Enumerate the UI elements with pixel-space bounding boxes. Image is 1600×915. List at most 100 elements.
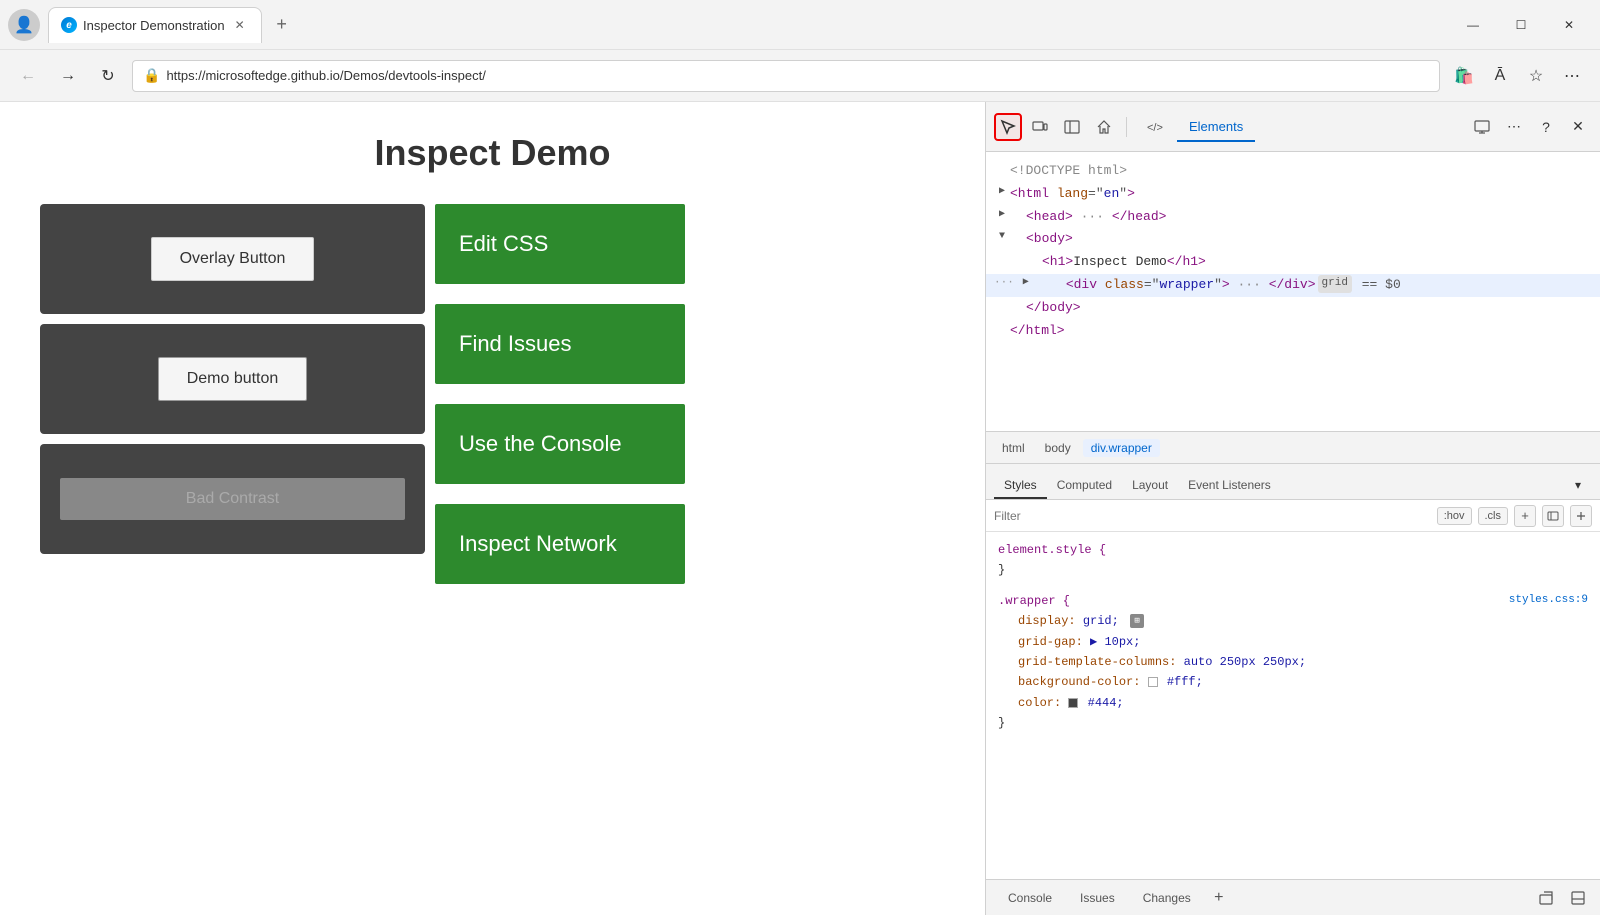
browser-font-icon[interactable]: Ā	[1484, 60, 1516, 92]
element-style-close: }	[998, 563, 1005, 577]
devtools-help-button[interactable]: ?	[1532, 113, 1560, 141]
doctype-text: <!DOCTYPE html>	[1010, 161, 1127, 182]
toggle-element-state-button[interactable]	[1542, 505, 1564, 527]
html-close-line: </html>	[986, 320, 1600, 343]
close-button[interactable]: ✕	[1546, 9, 1592, 41]
tab-bar: Inspector Demonstration ✕ +	[48, 7, 1450, 43]
html-expand[interactable]: ▶	[994, 184, 1010, 200]
body-expand[interactable]: ▼	[994, 229, 1010, 245]
refresh-button[interactable]: ↻	[92, 60, 124, 92]
back-button[interactable]: ←	[12, 60, 44, 92]
devtools-tabs: </> Elements	[1135, 112, 1464, 142]
overlay-card: Overlay Button	[40, 204, 425, 314]
head-dots: ···	[1073, 207, 1112, 228]
devtools-screencast-icon[interactable]	[1468, 113, 1496, 141]
html-tag: <html	[1010, 184, 1049, 205]
devtools-more-button[interactable]: ⋯	[1500, 113, 1528, 141]
head-expand[interactable]: ▶	[994, 207, 1010, 223]
svg-text:</>: </>	[1147, 122, 1163, 134]
styles-css-link[interactable]: styles.css:9	[1509, 591, 1588, 610]
html-h1-line: <h1>Inspect Demo</h1>	[986, 251, 1600, 274]
tab-favicon	[61, 17, 77, 33]
inspect-network-button[interactable]: Inspect Network	[435, 504, 685, 584]
address-bar: ← → ↻ 🔒 https://microsoftedge.github.io/…	[0, 50, 1600, 102]
html-lang-attr: lang	[1049, 184, 1088, 205]
maximize-button[interactable]: ☐	[1498, 9, 1544, 41]
html-open-line[interactable]: ▶ <html lang="en" >	[986, 183, 1600, 206]
tab-layout[interactable]: Layout	[1122, 473, 1178, 499]
tab-styles[interactable]: Styles	[994, 473, 1047, 499]
filter-input[interactable]	[994, 509, 1431, 523]
device-emulation-button[interactable]	[1026, 113, 1054, 141]
undock-button[interactable]	[1532, 884, 1560, 912]
html-panel: <!DOCTYPE html> ▶ <html lang="en" > ▶ <h…	[986, 152, 1600, 432]
body-tag: <body>	[1026, 229, 1073, 250]
devtools-close-button[interactable]: ✕	[1564, 113, 1592, 141]
browser-menu-icon[interactable]: ⋯	[1556, 60, 1588, 92]
sidebar-toggle-button[interactable]	[1058, 113, 1086, 141]
devtools-panel: </> Elements ⋯ ? ✕	[985, 102, 1600, 915]
toolbar-separator	[1126, 117, 1127, 137]
bg-color-swatch[interactable]	[1148, 677, 1158, 687]
toolbar-icons: 🛍️ Ā ☆ ⋯	[1448, 60, 1588, 92]
forward-button[interactable]: →	[52, 60, 84, 92]
lock-icon: 🔒	[143, 67, 160, 84]
devtools-breadcrumb: html body div.wrapper	[986, 432, 1600, 464]
breadcrumb-html[interactable]: html	[994, 439, 1033, 457]
wrapper-expand[interactable]: ▶	[1018, 275, 1034, 291]
html-head-line[interactable]: ▶ <head> ··· </head>	[986, 206, 1600, 229]
display-prop: display: grid; ⊞	[998, 611, 1588, 631]
tab-event-listeners[interactable]: Event Listeners	[1178, 473, 1281, 499]
breadcrumb-body[interactable]: body	[1037, 439, 1079, 457]
new-style-rule-button[interactable]	[1570, 505, 1592, 527]
html-body-line[interactable]: ▼ <body>	[986, 228, 1600, 251]
page-heading: Inspect Demo	[40, 132, 945, 174]
html-body-close-line: </body>	[986, 297, 1600, 320]
doctype-expand	[994, 161, 1010, 177]
demo-button[interactable]: Demo button	[158, 357, 308, 401]
tab-elements[interactable]: Elements	[1177, 113, 1255, 142]
active-tab[interactable]: Inspector Demonstration ✕	[48, 7, 262, 43]
content-area: Inspect Demo Overlay Button Demo button …	[0, 102, 1600, 915]
html-div-wrapper-line[interactable]: ··· ▶ <div class="wrapper" > ··· </div> …	[986, 274, 1600, 297]
add-bottom-tab-button[interactable]: +	[1205, 884, 1233, 912]
breadcrumb-div-wrapper[interactable]: div.wrapper	[1083, 439, 1160, 457]
find-issues-button[interactable]: Find Issues	[435, 304, 685, 384]
element-style-selector: element.style {	[998, 543, 1106, 557]
new-tab-button[interactable]: +	[266, 9, 298, 41]
tab-console-top[interactable]: </>	[1135, 112, 1177, 142]
tab-close-button[interactable]: ✕	[231, 16, 249, 34]
inspect-element-button[interactable]	[994, 113, 1022, 141]
grid-visual-icon[interactable]: ⊞	[1130, 614, 1144, 628]
browser-window: 👤 Inspector Demonstration ✕ + — ☐ ✕ ← → …	[0, 0, 1600, 915]
changes-bottom-tab[interactable]: Changes	[1129, 885, 1205, 911]
browser-wallet-icon[interactable]: 🛍️	[1448, 60, 1480, 92]
add-style-rule-button[interactable]: +	[1514, 505, 1536, 527]
head-tag: <head>	[1026, 207, 1073, 228]
line-dots[interactable]: ···	[994, 275, 1014, 293]
edit-css-button[interactable]: Edit CSS	[435, 204, 685, 284]
profile-icon[interactable]: 👤	[8, 9, 40, 41]
styles-filter-bar: :hov .cls +	[986, 500, 1600, 532]
hov-filter-button[interactable]: :hov	[1437, 507, 1472, 525]
home-button[interactable]	[1090, 113, 1118, 141]
styles-tabs: Styles Computed Layout Event Listeners ▾	[986, 464, 1600, 500]
issues-bottom-tab[interactable]: Issues	[1066, 885, 1129, 911]
color-swatch[interactable]	[1068, 698, 1078, 708]
wrapper-rule-close: }	[998, 716, 1005, 730]
tab-computed[interactable]: Computed	[1047, 473, 1122, 499]
url-bar[interactable]: 🔒 https://microsoftedge.github.io/Demos/…	[132, 60, 1440, 92]
browser-favorite-icon[interactable]: ☆	[1520, 60, 1552, 92]
dock-button[interactable]	[1564, 884, 1592, 912]
bad-contrast-button[interactable]: Bad Contrast	[60, 478, 405, 520]
grid-template-columns-prop: grid-template-columns: auto 250px 250px;	[998, 652, 1588, 672]
use-console-button[interactable]: Use the Console	[435, 404, 685, 484]
tab-title: Inspector Demonstration	[83, 18, 225, 33]
minimize-button[interactable]: —	[1450, 9, 1496, 41]
console-bottom-tab[interactable]: Console	[994, 885, 1066, 911]
demo-grid: Overlay Button Demo button Bad Contrast …	[40, 204, 945, 584]
styles-chevron-down[interactable]: ▾	[1564, 471, 1592, 499]
cls-filter-button[interactable]: .cls	[1478, 507, 1509, 525]
devtools-bottom-tabs: Console Issues Changes +	[986, 879, 1600, 915]
overlay-button[interactable]: Overlay Button	[151, 237, 315, 281]
